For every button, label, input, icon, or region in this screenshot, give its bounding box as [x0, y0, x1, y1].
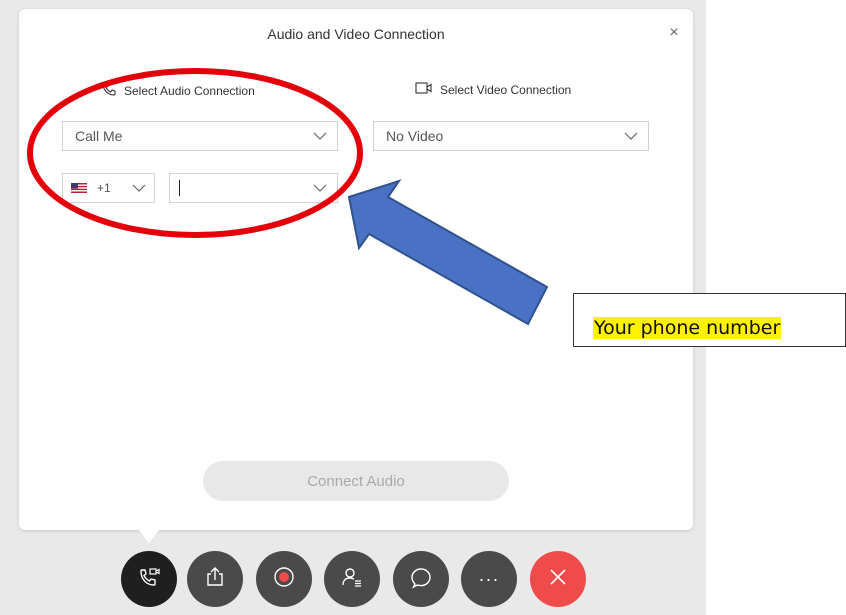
- dialog-title: Audio and Video Connection: [267, 26, 445, 42]
- country-code-select[interactable]: +1: [62, 173, 155, 203]
- video-camera-icon: [415, 81, 433, 98]
- audio-video-button[interactable]: [121, 551, 177, 607]
- video-section-label: Select Video Connection: [415, 81, 571, 98]
- callout-text: Your phone number: [593, 317, 782, 339]
- participants-button[interactable]: [324, 551, 380, 607]
- country-code-value: +1: [97, 181, 111, 195]
- participants-icon: [340, 565, 364, 594]
- chevron-down-icon: [313, 181, 327, 195]
- audio-connection-select[interactable]: Call Me: [62, 121, 338, 151]
- end-call-icon: [547, 566, 569, 593]
- audio-video-dialog: Audio and Video Connection × Select Audi…: [19, 9, 693, 530]
- chat-button[interactable]: [393, 551, 449, 607]
- chat-icon: [409, 565, 433, 594]
- connect-audio-button[interactable]: Connect Audio: [203, 461, 509, 501]
- dialog-pointer: [138, 529, 160, 543]
- video-section-text: Select Video Connection: [440, 82, 572, 97]
- chevron-down-icon: [132, 181, 146, 195]
- record-icon: [272, 565, 296, 594]
- video-connection-select[interactable]: No Video: [373, 121, 649, 151]
- phone-number-field[interactable]: [169, 173, 338, 203]
- phone-number-input[interactable]: [184, 179, 304, 197]
- more-icon: ···: [478, 568, 500, 589]
- us-flag-icon: [71, 183, 87, 193]
- audio-section-text: Select Audio Connection: [124, 83, 255, 98]
- record-button[interactable]: [256, 551, 312, 607]
- share-icon: [203, 565, 227, 594]
- phone-icon: [101, 81, 117, 100]
- audio-video-icon: [137, 565, 161, 594]
- close-button[interactable]: ×: [665, 24, 683, 42]
- share-button[interactable]: [187, 551, 243, 607]
- audio-section-label: Select Audio Connection: [101, 81, 255, 100]
- chevron-down-icon: [313, 129, 327, 143]
- video-connection-value: No Video: [386, 128, 444, 144]
- more-button[interactable]: ···: [461, 551, 517, 607]
- end-call-button[interactable]: [530, 551, 586, 607]
- callout-box: Your phone number: [573, 293, 846, 347]
- text-cursor: [179, 180, 180, 196]
- chevron-down-icon: [624, 129, 638, 143]
- audio-connection-value: Call Me: [75, 128, 123, 144]
